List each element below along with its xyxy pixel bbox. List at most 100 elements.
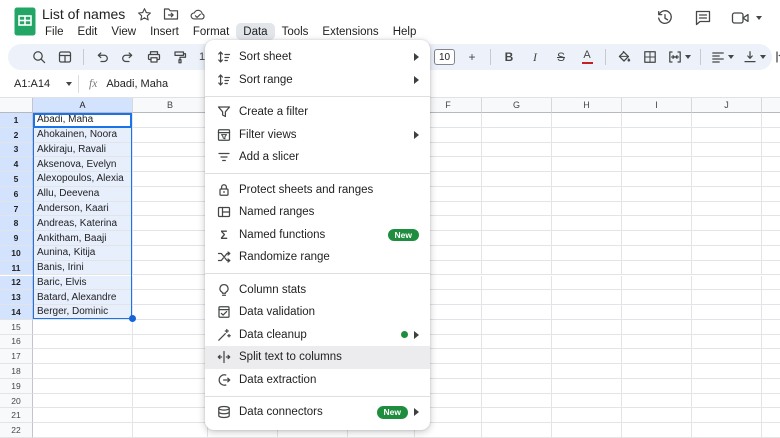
cell-J8[interactable] <box>692 216 762 232</box>
cell-I7[interactable] <box>622 201 692 217</box>
cell-A19[interactable] <box>33 378 133 394</box>
cell-I22[interactable] <box>622 423 692 438</box>
cell-I12[interactable] <box>622 275 692 291</box>
formula-input[interactable]: Abadi, Maha <box>106 78 168 90</box>
column-header-G[interactable]: G <box>482 98 552 113</box>
cell-I11[interactable] <box>622 260 692 276</box>
menu-item-add-a-slicer[interactable]: Add a slicer <box>205 146 430 169</box>
cell-G16[interactable] <box>482 334 552 350</box>
cell-I15[interactable] <box>622 319 692 335</box>
cell-A10[interactable]: Aunina, Kitija <box>33 245 133 261</box>
cell-J2[interactable] <box>692 127 762 143</box>
cell-H2[interactable] <box>552 127 622 143</box>
menu-view[interactable]: View <box>104 23 143 40</box>
menu-item-data-cleanup[interactable]: Data cleanup <box>205 324 430 347</box>
star-icon[interactable] <box>136 6 152 22</box>
cell-G19[interactable] <box>482 378 552 394</box>
cell-B2[interactable] <box>133 127 208 143</box>
cell-A3[interactable]: Akkiraju, Ravali <box>33 142 133 158</box>
cell-J11[interactable] <box>692 260 762 276</box>
cell-J16[interactable] <box>692 334 762 350</box>
cell-I17[interactable] <box>622 349 692 365</box>
column-header-A[interactable]: A <box>33 98 133 113</box>
cell-G20[interactable] <box>482 393 552 409</box>
row-header-6[interactable]: 6 <box>0 186 33 202</box>
cell-B6[interactable] <box>133 186 208 202</box>
cell-B8[interactable] <box>133 216 208 232</box>
cell-A1[interactable]: Abadi, Maha <box>33 113 133 128</box>
cell-B14[interactable] <box>133 305 208 320</box>
cell-A13[interactable]: Batard, Alexandre <box>33 290 133 306</box>
cell-I3[interactable] <box>622 142 692 158</box>
menu-file[interactable]: File <box>38 23 71 40</box>
row-header-22[interactable]: 22 <box>0 423 33 438</box>
paint-format-button[interactable] <box>167 46 193 68</box>
cell-I16[interactable] <box>622 334 692 350</box>
cell-H8[interactable] <box>552 216 622 232</box>
cell-A18[interactable] <box>33 364 133 379</box>
row-header-4[interactable]: 4 <box>0 157 33 173</box>
vertical-align-button[interactable] <box>738 46 770 68</box>
cell-I13[interactable] <box>622 290 692 306</box>
row-header-17[interactable]: 17 <box>0 349 33 365</box>
row-header-14[interactable]: 14 <box>0 305 33 320</box>
cell-G11[interactable] <box>482 260 552 276</box>
menu-data[interactable]: Data <box>236 23 275 40</box>
join-call-button[interactable] <box>731 8 762 27</box>
cell-K18[interactable] <box>762 364 780 379</box>
cell-K19[interactable] <box>762 378 780 394</box>
cell-I19[interactable] <box>622 378 692 394</box>
cell-B4[interactable] <box>133 157 208 173</box>
menu-item-data-validation[interactable]: Data validation <box>205 301 430 324</box>
insert-table-button[interactable] <box>52 46 78 68</box>
cell-A7[interactable]: Anderson, Kaari <box>33 201 133 217</box>
cell-B3[interactable] <box>133 142 208 158</box>
cell-H15[interactable] <box>552 319 622 335</box>
cell-H3[interactable] <box>552 142 622 158</box>
cell-I4[interactable] <box>622 157 692 173</box>
cell-J18[interactable] <box>692 364 762 379</box>
menu-item-sort-sheet[interactable]: Sort sheet <box>205 46 430 69</box>
cell-K4[interactable] <box>762 157 780 173</box>
cell-H20[interactable] <box>552 393 622 409</box>
cell-K10[interactable] <box>762 245 780 261</box>
menu-edit[interactable]: Edit <box>71 23 105 40</box>
row-header-10[interactable]: 10 <box>0 245 33 261</box>
cell-H22[interactable] <box>552 423 622 438</box>
cell-I20[interactable] <box>622 393 692 409</box>
cell-A11[interactable]: Banis, Irini <box>33 260 133 276</box>
cell-H10[interactable] <box>552 245 622 261</box>
cell-H19[interactable] <box>552 378 622 394</box>
cell-J5[interactable] <box>692 172 762 187</box>
undo-button[interactable] <box>89 46 115 68</box>
cell-B16[interactable] <box>133 334 208 350</box>
cell-H5[interactable] <box>552 172 622 187</box>
strikethrough-button[interactable]: S <box>548 46 574 68</box>
cell-J21[interactable] <box>692 408 762 424</box>
cell-J22[interactable] <box>692 423 762 438</box>
row-header-12[interactable]: 12 <box>0 275 33 291</box>
cell-H6[interactable] <box>552 186 622 202</box>
menu-item-data-connectors[interactable]: Data connectors New <box>205 401 430 424</box>
row-header-19[interactable]: 19 <box>0 378 33 394</box>
cell-B18[interactable] <box>133 364 208 379</box>
cell-J6[interactable] <box>692 186 762 202</box>
cell-K16[interactable] <box>762 334 780 350</box>
cell-H13[interactable] <box>552 290 622 306</box>
cell-G22[interactable] <box>482 423 552 438</box>
cell-J10[interactable] <box>692 245 762 261</box>
cell-G8[interactable] <box>482 216 552 232</box>
cell-G9[interactable] <box>482 231 552 246</box>
font-size-field[interactable]: 10 <box>430 46 459 68</box>
cell-A8[interactable]: Andreas, Katerina <box>33 216 133 232</box>
menu-item-randomize-range[interactable]: Randomize range <box>205 246 430 269</box>
cell-B10[interactable] <box>133 245 208 261</box>
cell-K11[interactable] <box>762 260 780 276</box>
row-header-8[interactable]: 8 <box>0 216 33 232</box>
cell-K20[interactable] <box>762 393 780 409</box>
cell-J17[interactable] <box>692 349 762 365</box>
cell-H11[interactable] <box>552 260 622 276</box>
column-header-I[interactable]: I <box>622 98 692 113</box>
cell-B1[interactable] <box>133 113 208 128</box>
cell-J19[interactable] <box>692 378 762 394</box>
